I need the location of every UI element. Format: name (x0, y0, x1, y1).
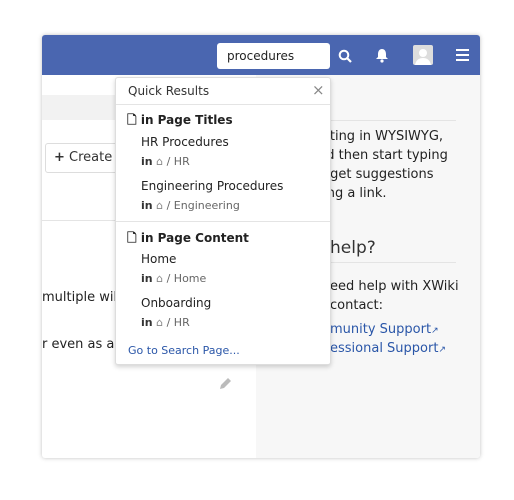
result-location: in ⌂ / Home (141, 272, 207, 285)
section-page-content: 🗋 in Page Content (127, 231, 249, 245)
result-item[interactable]: Engineering Procedures (141, 179, 283, 193)
content-text: r even as a c (42, 337, 126, 352)
hamburger-menu-icon[interactable] (456, 49, 469, 61)
result-location: in ⌂ / HR (141, 155, 190, 168)
result-item[interactable]: Home (141, 252, 176, 266)
result-item[interactable]: Onboarding (141, 296, 211, 310)
result-location: in ⌂ / Engineering (141, 199, 240, 212)
result-item[interactable]: HR Procedures (141, 135, 229, 149)
panel-text: nd then start typing (318, 148, 448, 163)
content-text: multiple wiki (42, 290, 125, 305)
panel-text: o get suggestions (318, 167, 434, 182)
external-link-icon: ↗ (431, 326, 439, 336)
home-icon: ⌂ (156, 155, 164, 168)
section-page-titles: 🗋 in Page Titles (127, 113, 233, 127)
avatar[interactable] (413, 45, 433, 65)
plus-icon: + (54, 150, 65, 165)
community-support-link[interactable]: munity Support↗ (330, 322, 439, 337)
result-location: in ⌂ / HR (141, 316, 190, 329)
home-icon: ⌂ (156, 316, 164, 329)
create-button[interactable]: + Create (45, 143, 125, 173)
external-link-icon: ↗ (438, 345, 446, 355)
bell-icon[interactable] (375, 48, 389, 63)
file-icon: 🗋 (127, 113, 137, 127)
breadcrumb-bar (42, 95, 122, 120)
professional-support-link[interactable]: essional Support↗ (330, 341, 446, 356)
go-to-search-page-link[interactable]: Go to Search Page... (128, 344, 240, 357)
panel-text: diting in WYSIWYG, (318, 129, 444, 144)
divider (316, 262, 456, 263)
home-icon: ⌂ (156, 272, 164, 285)
panel-heading: help? (330, 238, 376, 258)
divider (116, 104, 330, 105)
home-icon: ⌂ (156, 199, 164, 212)
divider (316, 120, 456, 121)
pencil-icon[interactable] (218, 377, 232, 391)
search-input[interactable] (217, 43, 330, 69)
dropdown-title: Quick Results (128, 84, 210, 98)
panel-text: eed help with XWiki (330, 279, 459, 294)
close-icon[interactable]: × (312, 81, 325, 99)
file-icon: 🗋 (127, 231, 137, 245)
search-icon[interactable] (338, 49, 352, 63)
top-navbar (42, 35, 480, 75)
quick-results-dropdown: Quick Results × 🗋 in Page Titles HR Proc… (115, 77, 331, 365)
divider (116, 221, 330, 222)
panel-text: contact: (330, 298, 384, 313)
